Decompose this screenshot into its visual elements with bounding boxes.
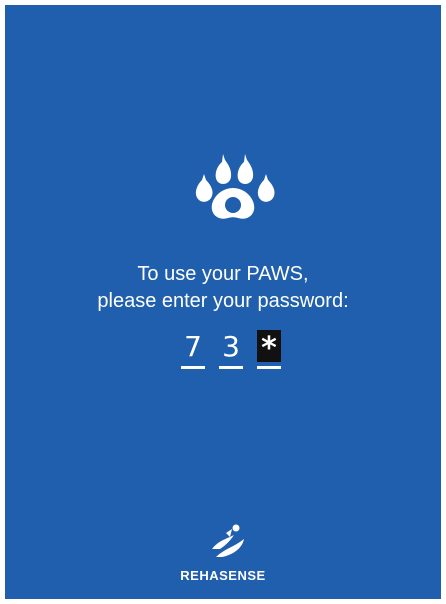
pin-digit-1-underline bbox=[181, 366, 205, 369]
pin-digit-3[interactable]: * bbox=[257, 328, 281, 370]
pin-digit-3-underline bbox=[257, 366, 281, 369]
pin-digit-2[interactable]: 3 bbox=[219, 328, 243, 370]
brand-name: REHASENSE bbox=[180, 568, 266, 583]
pin-digit-1[interactable]: 7 bbox=[181, 328, 205, 370]
rehasense-logo bbox=[212, 524, 244, 557]
prompt-line-2: please enter your password: bbox=[97, 290, 349, 312]
pin-digit-1-value: 7 bbox=[184, 330, 202, 363]
pin-digit-2-value: 3 bbox=[222, 330, 240, 363]
lock-screen: To use your PAWS, please enter your pass… bbox=[5, 5, 441, 599]
prompt-line-1: To use your PAWS, bbox=[137, 263, 309, 285]
pin-digit-2-underline bbox=[219, 366, 243, 369]
paw-icon bbox=[195, 154, 275, 219]
pin-digit-3-masked: * bbox=[257, 330, 281, 366]
pin-entry[interactable]: 7 3 * bbox=[181, 328, 291, 376]
